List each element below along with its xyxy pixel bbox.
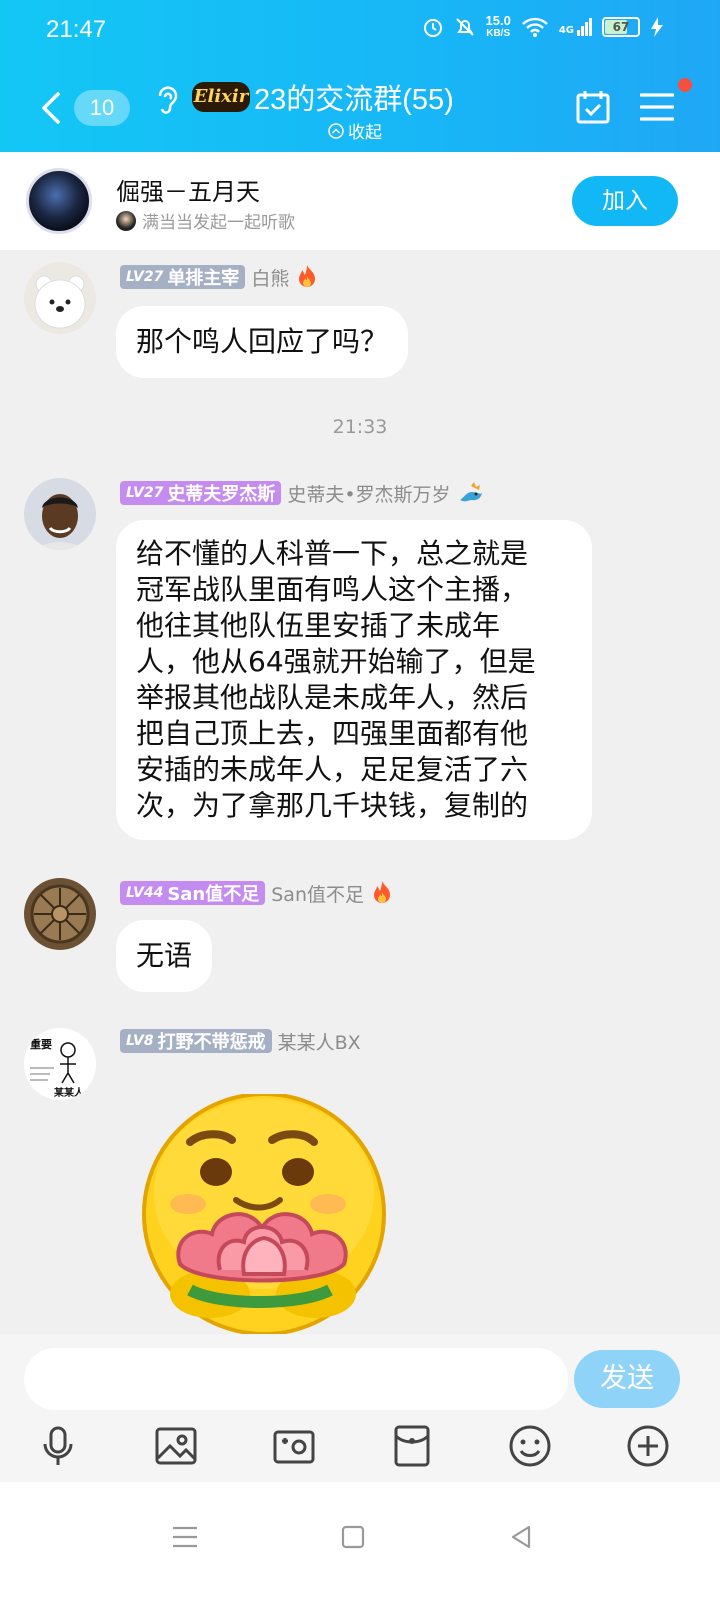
message-bubble[interactable]: 给不懂的人科普一下，总之就是 冠军战队里面有鸣人这个主播， 他往其他队伍里安插了… [116, 520, 592, 840]
sender-nickname[interactable]: 某某人BX [278, 1028, 361, 1055]
message-line: 举报其他战队是未成年人，然后 [136, 681, 529, 714]
host-avatar [116, 210, 136, 231]
song-title: 倔强－五月天 [116, 178, 260, 206]
recents-menu-icon[interactable] [168, 1520, 202, 1554]
plus-icon[interactable] [626, 1424, 670, 1468]
earpiece-mode-icon[interactable] [154, 82, 180, 118]
message-bubble[interactable]: 那个鸣人回应了吗？ [116, 306, 409, 378]
input-area: 发送 [0, 1334, 720, 1482]
subtitle-text: 满当当发起一起听歌 [142, 213, 295, 233]
message-bubble[interactable]: 无语 [116, 920, 213, 992]
alarm-icon [423, 19, 442, 37]
signal-icon: 4G [559, 18, 592, 36]
back-arrow-icon[interactable] [36, 90, 66, 126]
group-title[interactable]: 23的交流群(55) [254, 76, 454, 118]
nav-bar: 10 Elixir 23的交流群(55) 收起 [0, 72, 720, 144]
menu-icon[interactable] [640, 92, 674, 122]
message-input[interactable] [24, 1348, 568, 1410]
status-bar: 21:47 15.0 KB/S 4G 67 [0, 14, 720, 50]
home-icon[interactable] [336, 1520, 370, 1554]
avatar[interactable] [24, 262, 96, 334]
collapse-toggle[interactable]: 收起 [328, 118, 382, 143]
avatar[interactable] [24, 878, 96, 950]
fire-icon [374, 881, 390, 903]
chat-header: 21:47 15.0 KB/S 4G 67 10 Elixir 23的交流群(55… [0, 0, 720, 152]
portrait-avatar [24, 478, 96, 550]
join-button[interactable]: 加入 [572, 176, 678, 226]
album-cover [26, 168, 92, 234]
network-speed: 15.0 KB/S [485, 13, 511, 39]
input-toolbar [0, 1424, 720, 1468]
message-line: 给不懂的人科普一下，总之就是 [136, 537, 529, 570]
listen-together-banner[interactable]: 倔强－五月天 满当当发起一起听歌 加入 [0, 152, 720, 250]
meme-avatar: 重要 某某人 [24, 1028, 96, 1100]
sender-nickname[interactable]: 史蒂夫•罗杰斯万岁 [287, 480, 450, 507]
message-line: 他往其他队伍里安插了未成年 [136, 609, 501, 642]
avatar[interactable] [24, 478, 96, 550]
mute-bell-icon [455, 18, 474, 36]
group-title-badge: LV27 单排主宰 [120, 265, 246, 289]
svg-text:某某人: 某某人 [54, 1086, 85, 1099]
charging-icon [651, 17, 663, 37]
wooden-rune-avatar [24, 878, 96, 950]
sender-meta: LV27 史蒂夫罗杰斯 史蒂夫•罗杰斯万岁 [120, 480, 485, 506]
dragon-icon [459, 482, 482, 502]
sender-meta: LV27 单排主宰 白熊 [120, 264, 319, 290]
message-line: 把自己顶上去，四强里面都有他 [136, 717, 529, 750]
message-line: 冠军战队里面有鸣人这个主播， [136, 573, 529, 606]
group-title-badge: LV44 San值不足 [120, 881, 266, 905]
polar-bear-avatar [24, 262, 96, 334]
notification-dot [678, 78, 692, 92]
message-timestamp: 21:33 [332, 416, 388, 438]
message-line: 安插的未成年人，足足复活了六 [136, 753, 529, 786]
camera-icon[interactable] [272, 1424, 316, 1468]
collapse-label: 收起 [348, 123, 382, 143]
image-icon[interactable] [154, 1424, 198, 1468]
smiley-with-lotus-sticker[interactable] [140, 1094, 392, 1334]
system-navigation-bar [0, 1482, 720, 1600]
emoji-icon[interactable] [508, 1424, 552, 1468]
send-button[interactable]: 发送 [574, 1350, 680, 1408]
svg-text:重要: 重要 [30, 1037, 52, 1051]
sender-meta: LV8 打野不带惩戒 某某人BX [120, 1028, 361, 1054]
sender-nickname[interactable]: 白熊 [251, 264, 289, 291]
group-title-badge: LV27 史蒂夫罗杰斯 [120, 481, 282, 505]
group-title-badge: LV8 打野不带惩戒 [120, 1029, 272, 1053]
message-line: 次，为了拿那几千块钱，复制的 [136, 789, 529, 822]
microphone-icon[interactable] [36, 1424, 80, 1468]
sender-nickname[interactable]: San值不足 [271, 880, 364, 907]
fire-icon [299, 265, 316, 287]
avatar[interactable]: 重要 某某人 [24, 1028, 96, 1100]
battery-icon: 67 [602, 17, 640, 37]
unread-count-badge[interactable]: 10 [74, 90, 130, 126]
calendar-check-icon[interactable] [576, 90, 610, 124]
red-packet-icon[interactable] [390, 1424, 434, 1468]
status-icons: 15.0 KB/S 4G 67 [422, 14, 664, 40]
group-brand-tag: Elixir [192, 82, 250, 112]
sender-meta: LV44 San值不足 San值不足 [120, 880, 394, 906]
message-line: 人，他从64强就开始输了，但是 [136, 645, 536, 678]
wifi-icon [521, 17, 548, 37]
banner-subtitle: 满当当发起一起听歌 [116, 208, 295, 233]
status-time: 21:47 [46, 16, 107, 43]
back-triangle-icon[interactable] [504, 1520, 538, 1554]
chevron-up-icon [328, 122, 344, 139]
